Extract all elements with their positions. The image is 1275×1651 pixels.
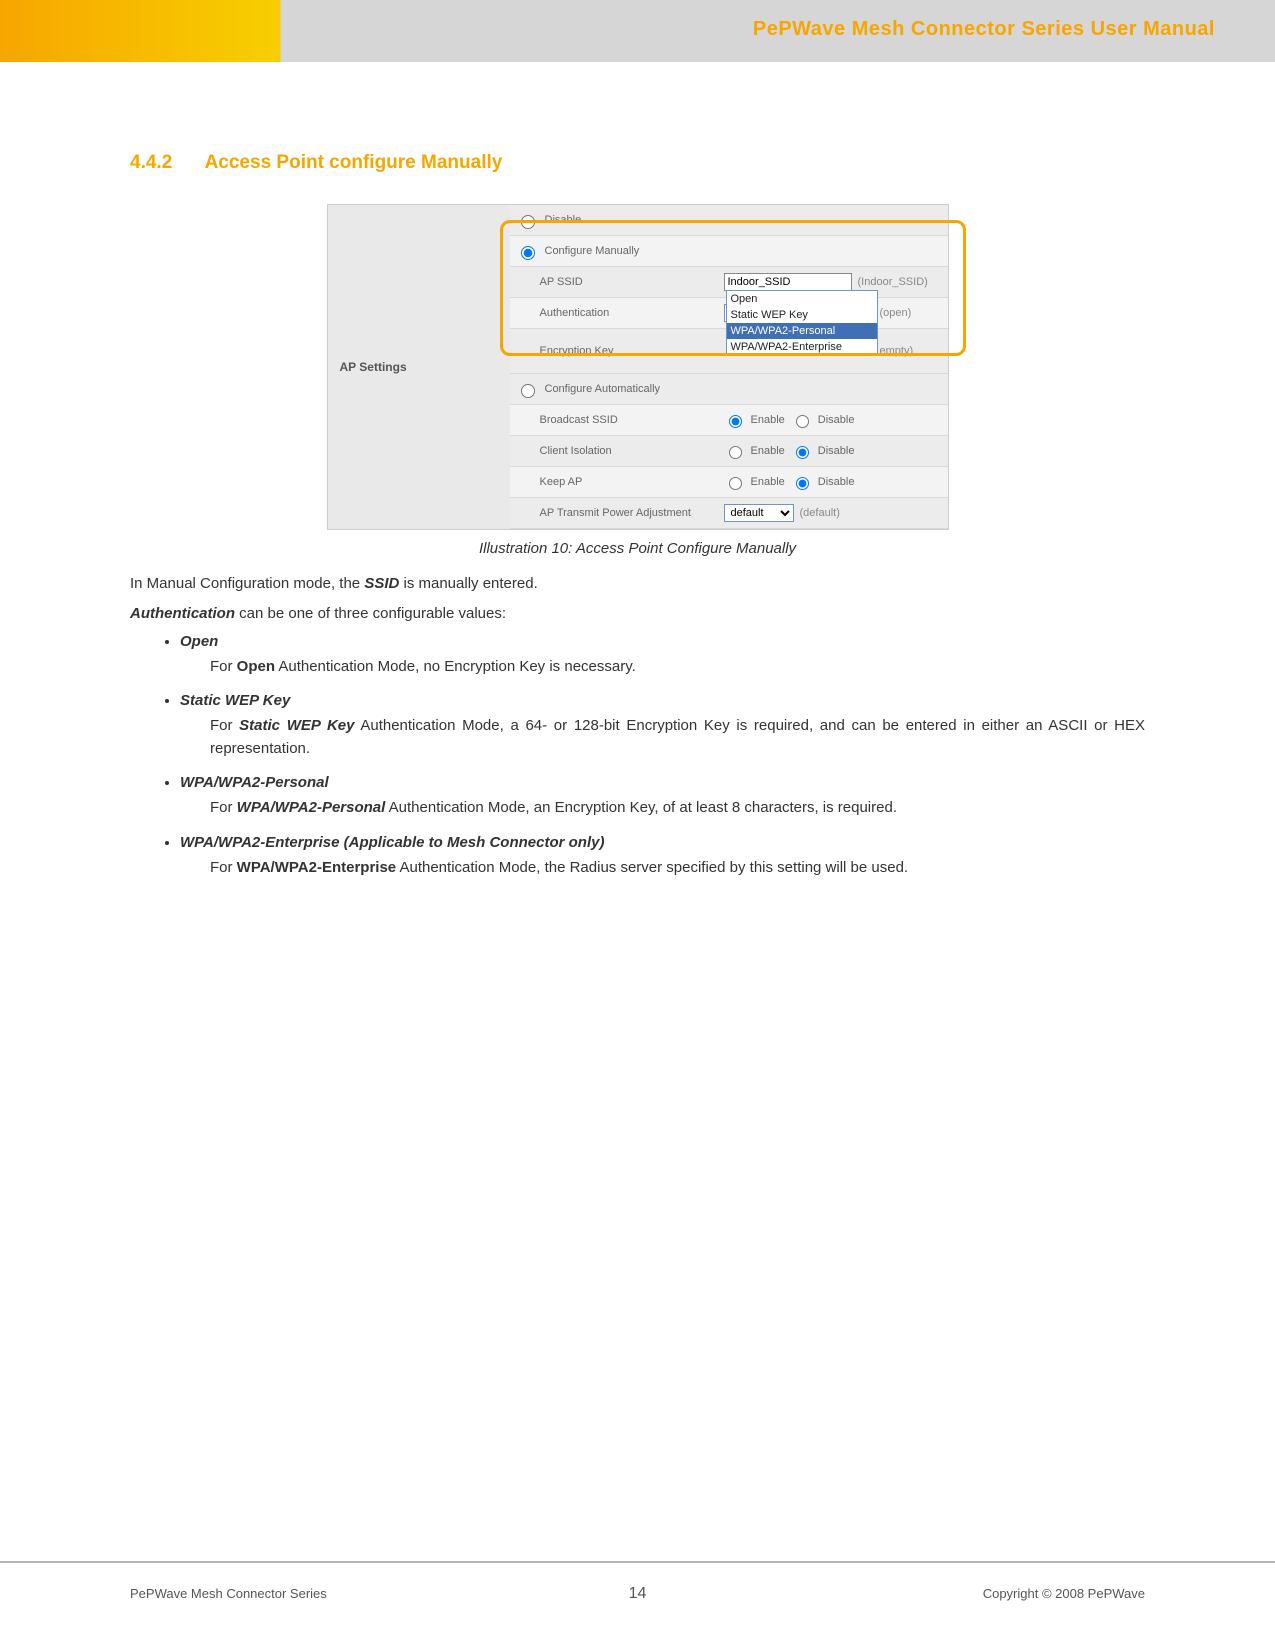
section-number: 4.4.2 bbox=[130, 152, 200, 174]
section-heading: 4.4.2 Access Point configure Manually bbox=[130, 152, 1145, 174]
radio-enable[interactable] bbox=[729, 446, 742, 459]
footer-left: PePWave Mesh Connector Series bbox=[130, 1586, 327, 1601]
page-footer: PePWave Mesh Connector Series 14 Copyrig… bbox=[0, 1586, 1275, 1601]
illustration-caption: Illustration 10: Access Point Configure … bbox=[130, 540, 1145, 557]
hint-power-adj: (default) bbox=[800, 507, 840, 519]
input-ap-ssid[interactable] bbox=[724, 273, 852, 291]
dropdown-option[interactable]: WPA/WPA2-Enterprise bbox=[727, 339, 877, 355]
header-band: PePWave Mesh Connector Series User Manua… bbox=[0, 0, 1275, 62]
list-item: Open For Open Authentication Mode, no En… bbox=[180, 633, 1145, 679]
dropdown-option[interactable]: Static WEP Key bbox=[727, 307, 877, 323]
item-label: WPA/WPA2-Personal bbox=[180, 774, 329, 791]
select-power-adj[interactable]: default bbox=[724, 504, 794, 522]
label-configure-manually: Configure Manually bbox=[541, 245, 725, 257]
radio-disable[interactable] bbox=[521, 215, 535, 229]
opt-disable: Disable bbox=[818, 476, 855, 488]
authentication-bold: Authentication bbox=[130, 605, 235, 622]
body-line-1: In Manual Configuration mode, the SSID i… bbox=[130, 573, 1145, 595]
row-configure-auto[interactable]: Configure Automatically bbox=[510, 374, 948, 405]
opt-disable: Disable bbox=[818, 414, 855, 426]
list-item: Static WEP Key For Static WEP Key Authen… bbox=[180, 692, 1145, 760]
footer-rule bbox=[0, 1561, 1275, 1563]
row-broadcast-ssid: Broadcast SSID Enable Disable bbox=[510, 405, 948, 436]
panel-label: AP Settings bbox=[328, 205, 510, 529]
item-desc: For WPA/WPA2-Personal Authentication Mod… bbox=[210, 797, 1145, 820]
label-power-adj: AP Transmit Power Adjustment bbox=[536, 507, 720, 519]
label-keep-ap: Keep AP bbox=[536, 476, 720, 488]
radio-disable-opt[interactable] bbox=[796, 415, 809, 428]
radio-enable[interactable] bbox=[729, 415, 742, 428]
list-item: WPA/WPA2-Personal For WPA/WPA2-Personal … bbox=[180, 774, 1145, 820]
label-configure-auto: Configure Automatically bbox=[541, 383, 725, 395]
hint-encryption-key: empty) bbox=[880, 345, 914, 357]
item-desc: For Static WEP Key Authentication Mode, … bbox=[210, 715, 1145, 760]
settings-screenshot: AP Settings Disable Configure Manually A… bbox=[327, 204, 949, 530]
list-item: WPA/WPA2-Enterprise (Applicable to Mesh … bbox=[180, 834, 1145, 880]
dropdown-option[interactable]: Open bbox=[727, 291, 877, 307]
row-client-isolation: Client Isolation Enable Disable bbox=[510, 436, 948, 467]
authentication-list: Open For Open Authentication Mode, no En… bbox=[180, 633, 1145, 880]
dropdown-option-selected[interactable]: WPA/WPA2-Personal bbox=[727, 323, 877, 339]
label-encryption-key: Encryption Key bbox=[536, 345, 720, 357]
ssid-bold: SSID bbox=[364, 575, 399, 592]
label-client-isolation: Client Isolation bbox=[536, 445, 720, 457]
radio-configure-auto[interactable] bbox=[521, 384, 535, 398]
item-label: Static WEP Key bbox=[180, 692, 290, 709]
radio-configure-manually[interactable] bbox=[521, 246, 535, 260]
body-line-2: Authentication can be one of three confi… bbox=[130, 603, 1145, 625]
authentication-dropdown-open[interactable]: Open Static WEP Key WPA/WPA2-Personal WP… bbox=[726, 290, 878, 356]
radio-disable-opt[interactable] bbox=[796, 446, 809, 459]
row-power-adjustment: AP Transmit Power Adjustment default (de… bbox=[510, 498, 948, 529]
settings-table: Disable Configure Manually AP SSID (Indo… bbox=[510, 205, 948, 529]
radio-enable[interactable] bbox=[729, 477, 742, 490]
label-authentication: Authentication bbox=[536, 307, 720, 319]
label-ap-ssid: AP SSID bbox=[536, 276, 720, 288]
hint-authentication: (open) bbox=[880, 307, 912, 319]
label-disable: Disable bbox=[541, 214, 725, 226]
item-label: WPA/WPA2-Enterprise (Applicable to Mesh … bbox=[180, 834, 604, 851]
opt-disable: Disable bbox=[818, 445, 855, 457]
label-broadcast-ssid: Broadcast SSID bbox=[536, 414, 720, 426]
row-configure-manually[interactable]: Configure Manually bbox=[510, 236, 948, 267]
section-title: Access Point configure Manually bbox=[205, 152, 503, 173]
item-label: Open bbox=[180, 633, 218, 650]
footer-right: Copyright © 2008 PePWave bbox=[983, 1586, 1145, 1601]
item-desc: For WPA/WPA2-Enterprise Authentication M… bbox=[210, 857, 1145, 880]
row-keep-ap: Keep AP Enable Disable bbox=[510, 467, 948, 498]
item-desc: For Open Authentication Mode, no Encrypt… bbox=[210, 656, 1145, 679]
manual-title: PePWave Mesh Connector Series User Manua… bbox=[753, 18, 1215, 41]
row-disable[interactable]: Disable bbox=[510, 205, 948, 236]
page-number: 14 bbox=[629, 1585, 647, 1603]
opt-enable: Enable bbox=[751, 445, 785, 457]
radio-disable-opt[interactable] bbox=[796, 477, 809, 490]
opt-enable: Enable bbox=[751, 476, 785, 488]
opt-enable: Enable bbox=[751, 414, 785, 426]
hint-ap-ssid: (Indoor_SSID) bbox=[858, 276, 928, 288]
